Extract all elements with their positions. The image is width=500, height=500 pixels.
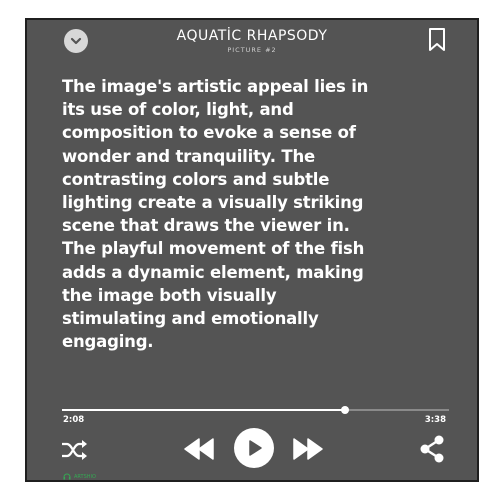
skip-forward-icon — [293, 438, 323, 460]
track-subtitle: PICTURE #2 — [227, 46, 277, 54]
credit: ARTSHIO — [63, 473, 96, 480]
progress-knob[interactable] — [340, 406, 349, 414]
description-text: The image's artistic appeal lies in its … — [62, 77, 369, 352]
progress-bar[interactable] — [62, 406, 449, 414]
player-card: AQUATİC RHAPSODY PICTURE #2 The image's … — [25, 18, 479, 482]
track-title: AQUATİC RHAPSODY — [176, 28, 328, 44]
progress-fill — [62, 409, 345, 411]
next-button[interactable] — [293, 438, 323, 460]
share-button[interactable] — [417, 435, 447, 463]
share-icon — [420, 435, 444, 463]
play-button[interactable] — [234, 428, 274, 468]
bookmark-icon[interactable] — [427, 27, 447, 53]
elapsed-time: 2:08 — [63, 415, 85, 425]
shuffle-icon — [62, 440, 87, 460]
skip-back-icon — [184, 438, 214, 460]
credit-label: ARTSHIO — [74, 473, 96, 480]
headphones-icon — [63, 473, 71, 480]
play-icon — [249, 440, 262, 456]
previous-button[interactable] — [184, 438, 214, 460]
total-time: 3:38 — [424, 415, 446, 425]
shuffle-button[interactable] — [60, 437, 88, 463]
